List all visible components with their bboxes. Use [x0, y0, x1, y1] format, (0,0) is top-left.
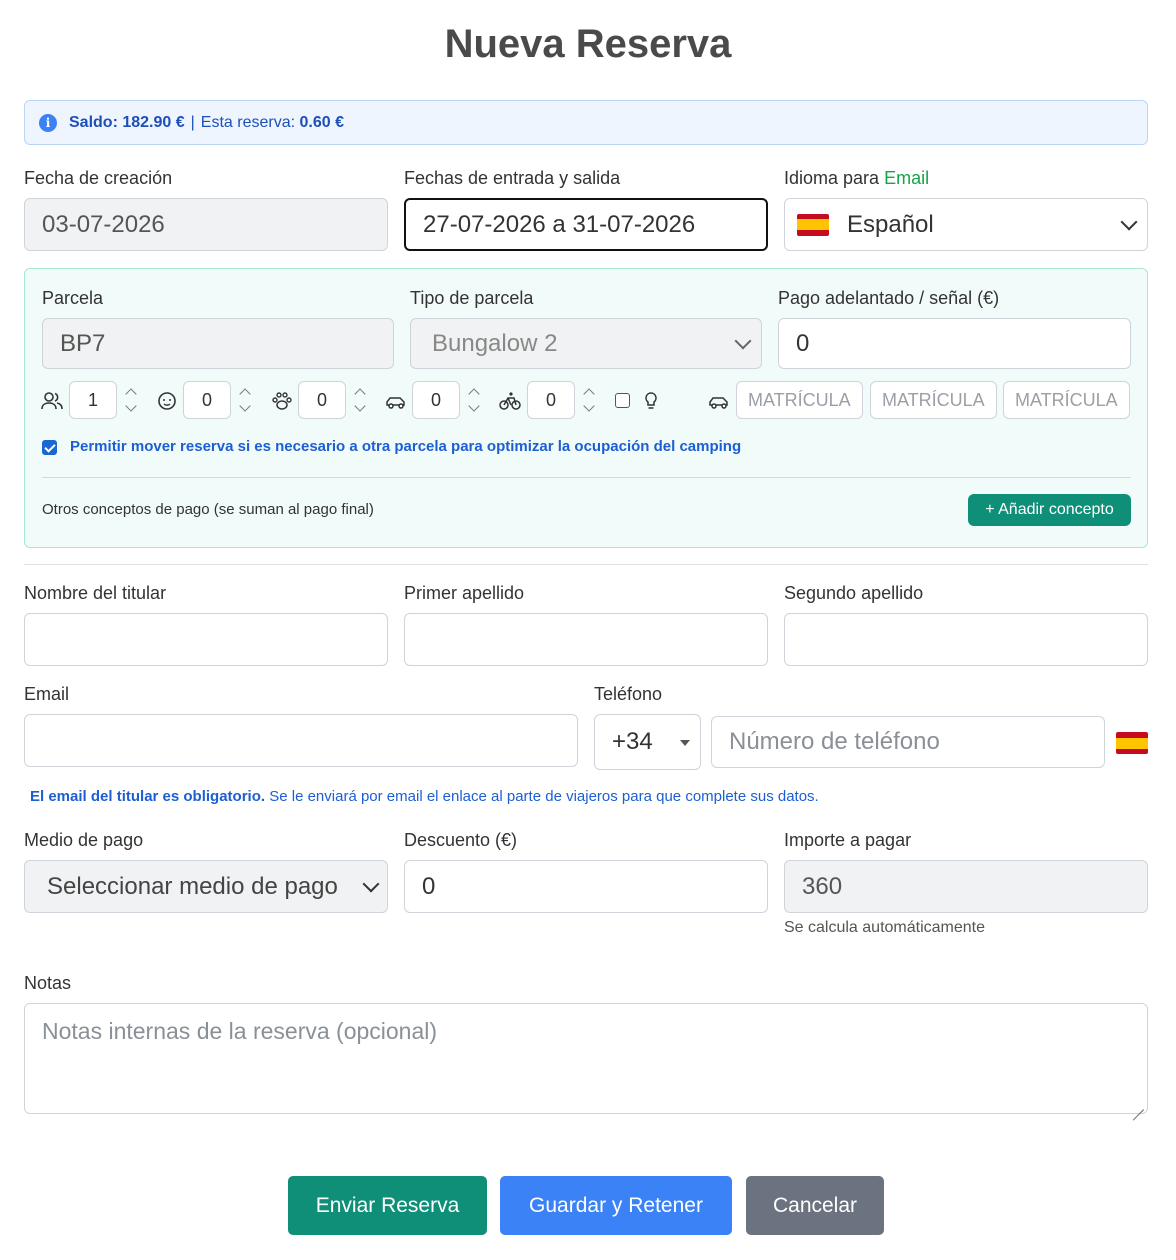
- add-concept-button[interactable]: + Añadir concepto: [968, 494, 1131, 526]
- cancelar-button[interactable]: Cancelar: [746, 1176, 884, 1235]
- tipo-parcela-label: Tipo de parcela: [410, 288, 534, 308]
- reserva-value: 0.60 €: [299, 113, 344, 131]
- phone-number-input[interactable]: Número de teléfono: [711, 716, 1105, 768]
- importe-hint: Se calcula automáticamente: [784, 919, 985, 936]
- occupancy-counters: 1 0 0 0 0 MATRÍCULA MATRÍCULA MATRÍCULA: [25, 381, 1147, 421]
- tipo-parcela-value: Bungalow 2: [432, 329, 558, 357]
- notas-textarea[interactable]: Notas internas de la reserva (opcional): [24, 1003, 1148, 1114]
- descuento-input[interactable]: 0: [404, 860, 768, 913]
- parcela-panel: Parcela BP7 Tipo de parcela Bungalow 2 P…: [24, 268, 1148, 548]
- spain-flag-icon: [797, 213, 829, 236]
- apellido1-input[interactable]: [404, 613, 768, 666]
- paw-icon: [270, 391, 292, 411]
- pago-adelantado-input[interactable]: 0: [778, 318, 1131, 369]
- bikes-stepper[interactable]: [582, 385, 596, 415]
- notas-label: Notas: [24, 973, 72, 993]
- phone-prefix-select[interactable]: +34: [594, 714, 701, 770]
- matricula-input-1[interactable]: MATRÍCULA: [736, 381, 863, 419]
- bicycle-icon: [499, 391, 521, 411]
- adults-stepper[interactable]: [124, 385, 138, 415]
- guardar-retener-button[interactable]: Guardar y Retener: [500, 1176, 732, 1235]
- resize-handle-icon[interactable]: [1132, 1098, 1144, 1110]
- children-input[interactable]: 0: [183, 381, 231, 419]
- email-label: Email: [24, 684, 70, 704]
- enviar-reserva-button[interactable]: Enviar Reserva: [288, 1176, 487, 1235]
- caret-down-icon: [680, 740, 690, 746]
- medio-pago-select[interactable]: Seleccionar medio de pago: [24, 860, 388, 913]
- people-icon: [41, 391, 63, 411]
- fechas-field[interactable]: 27-07-2026 a 31-07-2026: [404, 198, 768, 251]
- telefono-label: Teléfono: [594, 684, 663, 704]
- adults-input[interactable]: 1: [69, 381, 117, 419]
- car-icon: [385, 391, 407, 411]
- balance-alert: i Saldo: 182.90 € | Esta reserva: 0.60 €: [24, 100, 1148, 145]
- chevron-down-icon: [1120, 213, 1138, 230]
- lightbulb-icon: [640, 391, 662, 411]
- cars-input[interactable]: 0: [412, 381, 460, 419]
- nombre-label: Nombre del titular: [24, 583, 167, 603]
- apellido2-label: Segundo apellido: [784, 583, 924, 603]
- idioma-label: Idioma para Email: [784, 168, 930, 188]
- apellido2-input[interactable]: [784, 613, 1148, 666]
- bikes-input[interactable]: 0: [527, 381, 575, 419]
- tipo-parcela-select: Bungalow 2: [410, 318, 762, 369]
- phone-prefix-value: +34: [612, 728, 653, 755]
- fechas-label: Fechas de entrada y salida: [404, 168, 621, 188]
- info-icon: i: [39, 113, 57, 132]
- medio-pago-value: Seleccionar medio de pago: [47, 872, 338, 900]
- permitir-mover-checkbox[interactable]: [42, 440, 57, 455]
- fecha-creacion-field: 03-07-2026: [24, 198, 388, 251]
- email-input[interactable]: [24, 714, 578, 767]
- pets-stepper[interactable]: [353, 385, 367, 415]
- children-stepper[interactable]: [238, 385, 252, 415]
- pago-adelantado-label: Pago adelantado / señal (€): [778, 288, 1000, 308]
- email-accent: Email: [884, 168, 930, 188]
- chevron-down-icon: [362, 875, 380, 892]
- saldo-text: Saldo: 182.90 €: [69, 113, 185, 131]
- otros-conceptos-label: Otros conceptos de pago (se suman al pag…: [42, 501, 374, 518]
- pets-input[interactable]: 0: [298, 381, 346, 419]
- alert-separator: |: [190, 113, 195, 131]
- importe-label: Importe a pagar: [784, 830, 912, 850]
- nombre-input[interactable]: [24, 613, 388, 666]
- apellido1-label: Primer apellido: [404, 583, 525, 603]
- spain-flag-icon: [1116, 732, 1148, 754]
- idioma-value: Español: [847, 210, 934, 238]
- panel-divider: [42, 477, 1131, 478]
- descuento-label: Descuento (€): [404, 830, 518, 850]
- permitir-mover-label: Permitir mover reserva si es necesario a…: [70, 438, 742, 455]
- notas-placeholder: Notas internas de la reserva (opcional): [42, 1018, 438, 1044]
- parcela-label: Parcela: [42, 288, 104, 308]
- fecha-creacion-label: Fecha de creación: [24, 168, 173, 188]
- baby-icon: [156, 391, 178, 411]
- parcela-field: BP7: [42, 318, 394, 369]
- cars-stepper[interactable]: [467, 385, 481, 415]
- car-icon: [708, 391, 730, 411]
- electricity-checkbox[interactable]: [615, 393, 630, 408]
- importe-field: 360: [784, 860, 1148, 913]
- reserva-label: Esta reserva:: [200, 113, 296, 131]
- matricula-input-3[interactable]: MATRÍCULA: [1003, 381, 1130, 419]
- section-divider: [24, 564, 1148, 565]
- medio-pago-label: Medio de pago: [24, 830, 144, 850]
- idioma-select[interactable]: Español: [784, 198, 1148, 251]
- email-required-note: El email del titular es obligatorio. Se …: [30, 788, 819, 805]
- chevron-down-icon: [734, 332, 752, 349]
- matricula-input-2[interactable]: MATRÍCULA: [870, 381, 997, 419]
- page-title: Nueva Reserva: [444, 22, 732, 66]
